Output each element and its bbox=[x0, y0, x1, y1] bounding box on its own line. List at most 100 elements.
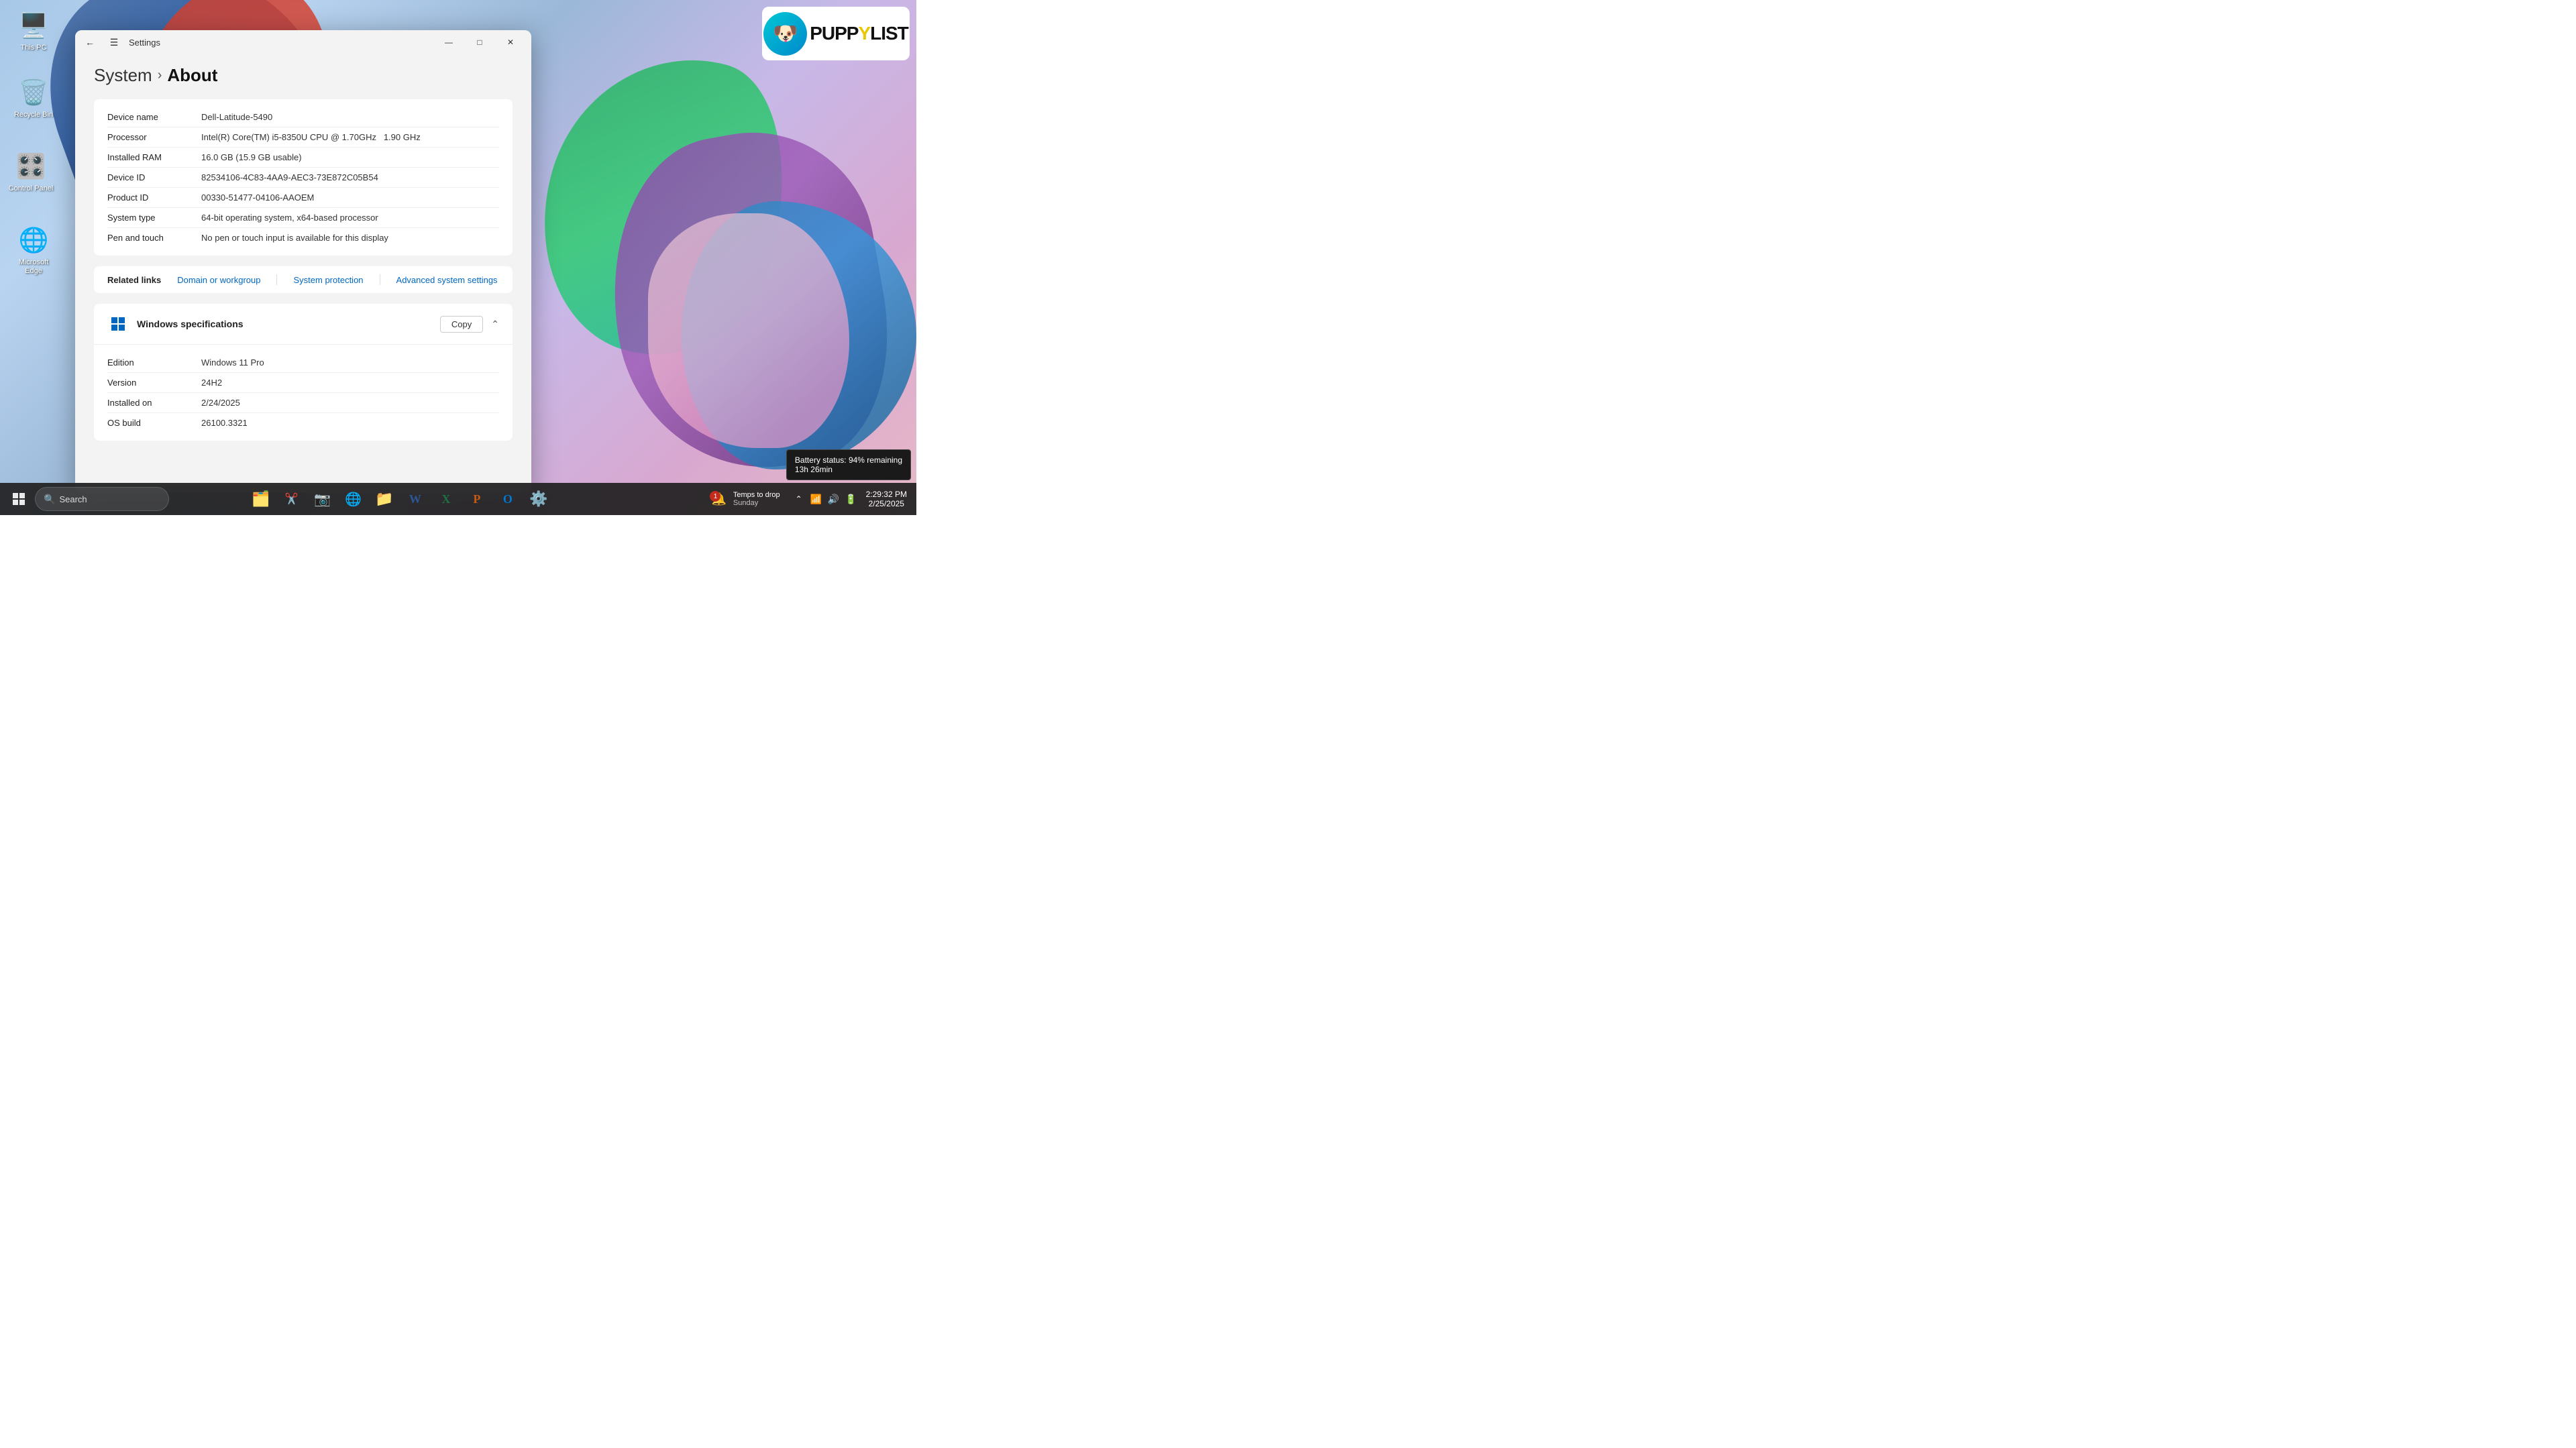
spec-value-device-name: Dell-Latitude-5490 bbox=[201, 112, 272, 122]
search-input[interactable]: Search bbox=[59, 494, 87, 504]
clock-time: 2:29:32 PM bbox=[866, 490, 907, 499]
window-content: System › About Device name Dell-Latitude… bbox=[75, 54, 531, 493]
volume-icon[interactable]: 🔊 bbox=[826, 491, 842, 507]
windows-specs-header[interactable]: Windows specifications Copy ⌃ bbox=[94, 304, 513, 345]
spec-value-ram: 16.0 GB (15.9 GB usable) bbox=[201, 152, 302, 162]
close-button[interactable]: ✕ bbox=[495, 32, 526, 53]
battery-icon[interactable]: 🔋 bbox=[843, 491, 859, 507]
notification-area[interactable]: 1 🔔 Temps to drop Sunday bbox=[707, 488, 788, 510]
back-button[interactable]: ← bbox=[80, 33, 99, 52]
word-icon: W bbox=[409, 492, 421, 506]
related-links-label: Related links bbox=[107, 275, 161, 285]
win-spec-value-os-build: 26100.3321 bbox=[201, 418, 248, 428]
desktop-icon-control-panel[interactable]: 🎛️ Control Panel bbox=[4, 148, 58, 196]
spec-label-processor: Processor bbox=[107, 132, 201, 142]
copy-button[interactable]: Copy bbox=[440, 316, 483, 333]
edge-taskbar-icon: 🌐 bbox=[345, 491, 362, 508]
powerpoint-icon: P bbox=[473, 492, 480, 506]
temps-widget: Temps to drop Sunday bbox=[729, 490, 784, 508]
start-button[interactable] bbox=[5, 486, 32, 512]
spec-value-system-type: 64-bit operating system, x64-based proce… bbox=[201, 213, 378, 223]
desktop-icon-this-pc[interactable]: 🖥️ This PC bbox=[7, 7, 60, 55]
start-icon bbox=[13, 493, 25, 505]
puppy-logo: 🐶 PUPPYLIST bbox=[762, 7, 910, 60]
breadcrumb-about: About bbox=[167, 65, 217, 86]
spec-label-system-type: System type bbox=[107, 213, 201, 223]
win-spec-label-os-build: OS build bbox=[107, 418, 201, 428]
spec-row-system-type: System type 64-bit operating system, x64… bbox=[107, 208, 499, 228]
win-spec-value-installed-on: 2/24/2025 bbox=[201, 398, 240, 408]
taskbar-icon-word[interactable]: W bbox=[400, 484, 430, 514]
windows-specs-body: Edition Windows 11 Pro Version 24H2 Inst… bbox=[94, 345, 513, 441]
win-spec-row-os-build: OS build 26100.3321 bbox=[107, 413, 499, 433]
outlook-icon: O bbox=[503, 492, 513, 506]
system-protection-link[interactable]: System protection bbox=[293, 275, 363, 285]
system-tray: ⌃ 📶 🔊 🔋 bbox=[791, 491, 859, 507]
taskbar-icon-outlook[interactable]: O bbox=[493, 484, 523, 514]
chevron-tray-icon[interactable]: ⌃ bbox=[791, 491, 807, 507]
search-bar[interactable]: 🔍 Search bbox=[35, 487, 169, 511]
desktop-icon-edge[interactable]: 🌐 Microsoft Edge bbox=[7, 221, 60, 278]
desktop: 🖥️ This PC 🗑️ Recycle Bin 🎛️ Control Pan… bbox=[0, 0, 916, 515]
search-icon: 🔍 bbox=[44, 494, 55, 505]
breadcrumb: System › About bbox=[94, 65, 513, 86]
temps-day: Sunday bbox=[733, 499, 780, 507]
spec-label-ram: Installed RAM bbox=[107, 152, 201, 162]
window-title: Settings bbox=[129, 38, 160, 48]
files-icon: 📁 bbox=[375, 490, 393, 508]
spec-label-product-id: Product ID bbox=[107, 192, 201, 203]
taskbar-icon-camera[interactable]: 📷 bbox=[308, 484, 337, 514]
win-spec-row-installed-on: Installed on 2/24/2025 bbox=[107, 393, 499, 413]
minimize-button[interactable]: — bbox=[433, 32, 464, 53]
win-spec-value-version: 24H2 bbox=[201, 378, 222, 388]
spec-value-device-id: 82534106-4C83-4AA9-AEC3-73E872C05B54 bbox=[201, 172, 378, 182]
advanced-settings-link[interactable]: Advanced system settings bbox=[396, 275, 498, 285]
taskbar-icon-excel[interactable]: X bbox=[431, 484, 461, 514]
camera-icon: 📷 bbox=[314, 491, 331, 508]
menu-button[interactable]: ☰ bbox=[105, 33, 123, 52]
taskbar-icon-powerpoint[interactable]: P bbox=[462, 484, 492, 514]
puppy-logo-text: PUPPYLIST bbox=[810, 23, 908, 44]
taskbar-icon-file-explorer[interactable]: 🗂️ bbox=[246, 484, 276, 514]
wifi-icon[interactable]: 📶 bbox=[808, 491, 824, 507]
snip-icon: ✂️ bbox=[285, 492, 299, 506]
file-explorer-icon: 🗂️ bbox=[252, 490, 270, 508]
excel-icon: X bbox=[441, 492, 450, 506]
windows-logo-icon bbox=[107, 313, 129, 335]
wallpaper-shape-4 bbox=[648, 213, 849, 448]
recycle-bin-icon: 🗑️ bbox=[17, 76, 50, 109]
control-panel-label: Control Panel bbox=[9, 184, 54, 193]
domain-workgroup-link[interactable]: Domain or workgroup bbox=[177, 275, 260, 285]
win-spec-row-version: Version 24H2 bbox=[107, 373, 499, 393]
breadcrumb-system: System bbox=[94, 65, 152, 86]
clock-area[interactable]: 2:29:32 PM 2/25/2025 bbox=[862, 488, 911, 510]
spec-value-processor: Intel(R) Core(TM) i5-8350U CPU @ 1.70GHz… bbox=[201, 132, 421, 142]
spec-label-pen-touch: Pen and touch bbox=[107, 233, 201, 243]
taskbar-left: 🔍 Search bbox=[5, 486, 169, 512]
spec-row-pen-touch: Pen and touch No pen or touch input is a… bbox=[107, 228, 499, 247]
chevron-up-icon: ⌃ bbox=[491, 319, 499, 330]
settings-taskbar-icon: ⚙️ bbox=[529, 490, 547, 508]
spec-value-product-id: 00330-51477-04106-AAOEM bbox=[201, 192, 314, 203]
breadcrumb-separator: › bbox=[158, 68, 162, 83]
spec-row-processor: Processor Intel(R) Core(TM) i5-8350U CPU… bbox=[107, 127, 499, 148]
win-spec-value-edition: Windows 11 Pro bbox=[201, 357, 264, 368]
titlebar-left: ← ☰ Settings bbox=[80, 33, 160, 52]
taskbar-icon-settings[interactable]: ⚙️ bbox=[524, 484, 553, 514]
spec-value-pen-touch: No pen or touch input is available for t… bbox=[201, 233, 388, 243]
settings-window: ← ☰ Settings — □ ✕ System › About Device… bbox=[75, 30, 531, 493]
spec-label-device-id: Device ID bbox=[107, 172, 201, 182]
taskbar-icon-files[interactable]: 📁 bbox=[370, 484, 399, 514]
temps-title: Temps to drop bbox=[733, 491, 780, 499]
taskbar-icon-edge[interactable]: 🌐 bbox=[339, 484, 368, 514]
windows-specs-title: Windows specifications bbox=[137, 319, 440, 329]
taskbar: 🔍 Search 🗂️ ✂️ 📷 🌐 📁 W bbox=[0, 483, 916, 515]
edge-icon: 🌐 bbox=[17, 224, 50, 256]
win-spec-row-edition: Edition Windows 11 Pro bbox=[107, 353, 499, 373]
spec-row-device-id: Device ID 82534106-4C83-4AA9-AEC3-73E872… bbox=[107, 168, 499, 188]
edge-label: Microsoft Edge bbox=[9, 258, 58, 276]
related-links-section: Related links Domain or workgroup System… bbox=[94, 266, 513, 293]
desktop-icon-recycle-bin[interactable]: 🗑️ Recycle Bin bbox=[7, 74, 60, 122]
taskbar-icon-snip[interactable]: ✂️ bbox=[277, 484, 307, 514]
maximize-button[interactable]: □ bbox=[464, 32, 495, 53]
